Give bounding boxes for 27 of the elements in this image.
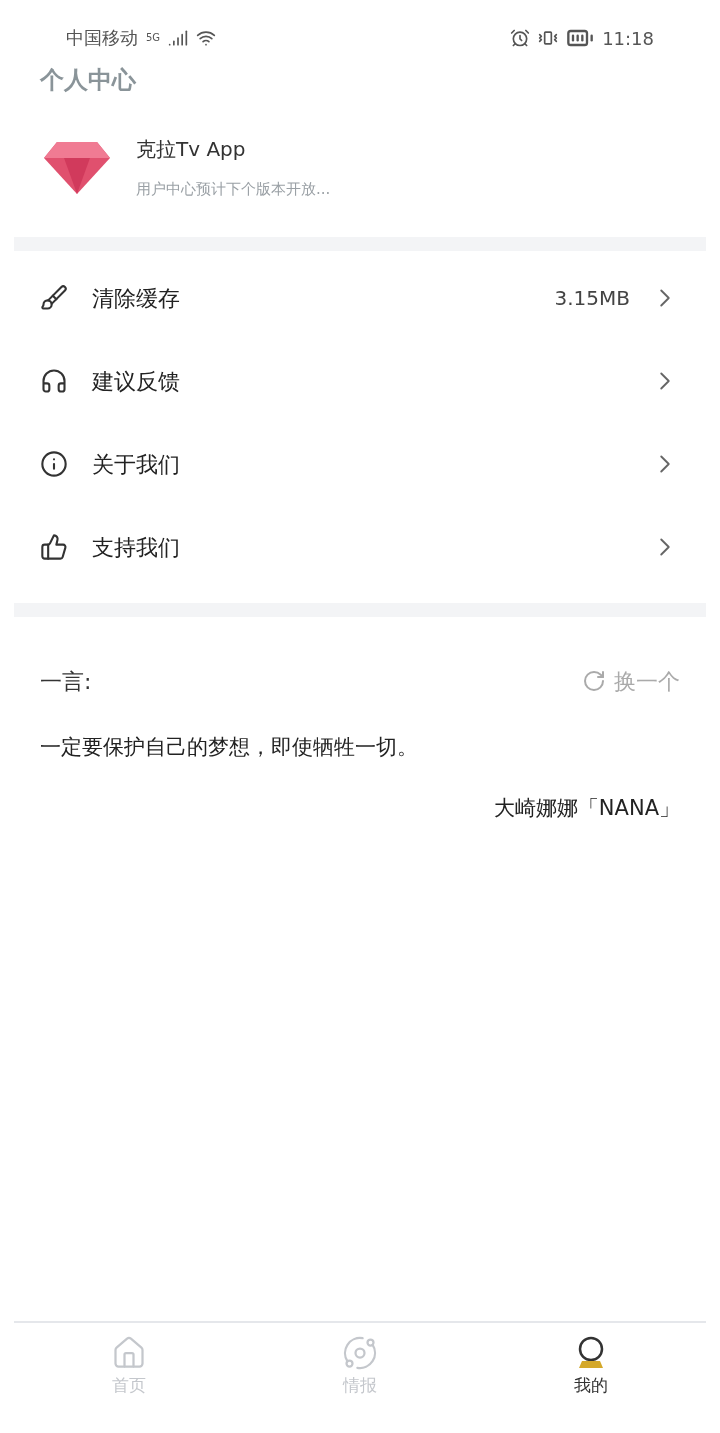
quote-text: 一定要保护自己的梦想，即使牺牲一切。 [40,733,419,761]
vibrate-icon [538,28,559,48]
carrier-name: 中国移动 [66,26,138,50]
settings-row[interactable]: 建议反馈 [0,339,720,423]
info-icon [40,450,68,478]
row-label: 清除缓存 [92,284,180,313]
refresh-icon [582,669,606,693]
network-type: 5G [146,31,161,45]
app-name: 克拉Tv App [136,136,247,163]
clock-time: 11:18 [602,26,654,51]
alarm-icon [510,28,531,48]
quote-heading: 一言: [40,667,92,696]
cache-size: 3.15MB [554,285,630,312]
headset-icon [40,367,68,395]
quote-author: 大崎娜娜「NANA」 [493,795,680,822]
settings-row[interactable]: 支持我们 [0,505,720,589]
row-label: 建议反馈 [92,367,180,396]
settings-row[interactable]: 清除缓存 3.15MB [0,256,720,340]
nav-tab[interactable]: 我的 [475,1323,706,1433]
brush-icon [40,284,68,312]
settings-row[interactable]: 关于我们 [0,422,720,506]
row-label: 支持我们 [92,533,180,562]
planet-icon [342,1335,378,1371]
page-title: 个人中心 [40,65,137,96]
profile-subtitle: 用户中心预计下个版本开放... [136,179,331,200]
thumbs-up-icon [40,533,68,561]
row-label: 关于我们 [92,450,180,479]
